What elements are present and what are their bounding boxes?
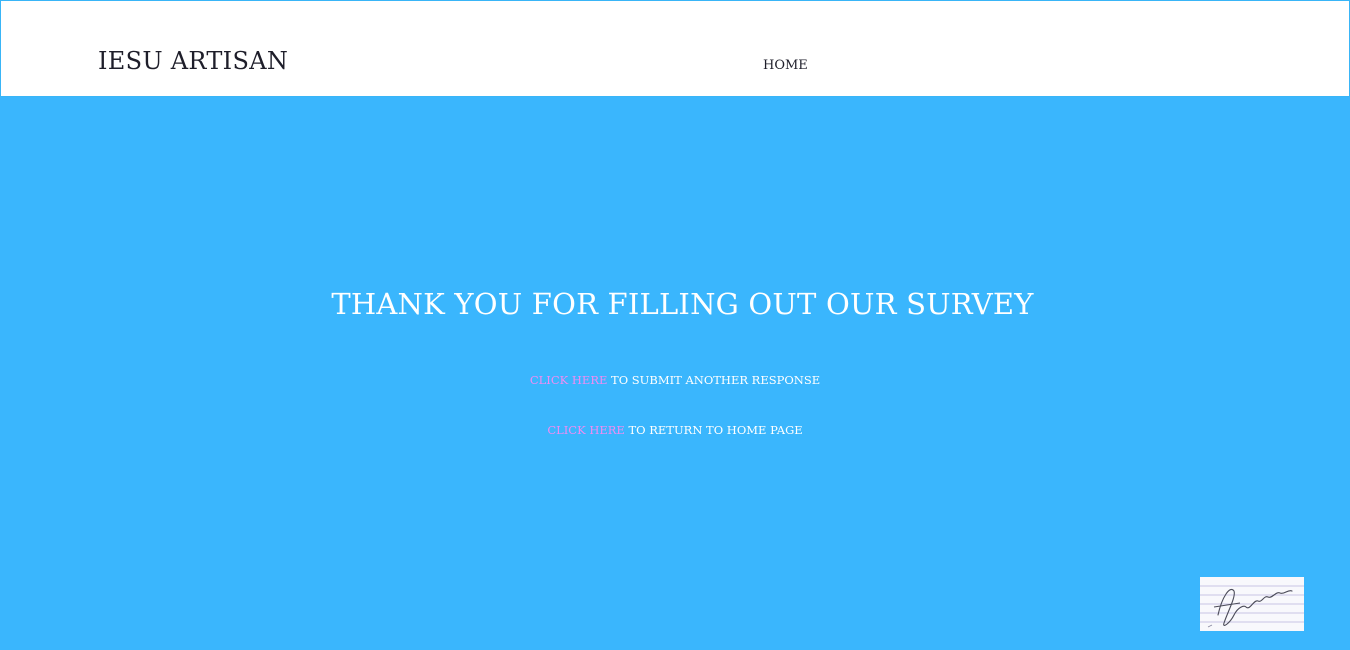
submit-another-link[interactable]: CLICK HERE — [530, 373, 608, 387]
return-home-line: CLICK HERE TO RETURN TO HOME PAGE — [0, 423, 1350, 437]
return-home-link[interactable]: CLICK HERE — [547, 423, 625, 437]
site-header: IESU ARTISAN HOME — [0, 0, 1350, 97]
submit-another-line: CLICK HERE TO SUBMIT ANOTHER RESPONSE — [0, 373, 1350, 387]
submit-another-text: TO SUBMIT ANOTHER RESPONSE — [607, 373, 821, 387]
nav-home-link[interactable]: HOME — [763, 58, 808, 73]
signature-badge — [1200, 577, 1304, 631]
thank-you-section: THANK YOU FOR FILLING OUT OUR SURVEY CLI… — [0, 97, 1350, 650]
signature-image — [1200, 577, 1304, 631]
site-brand[interactable]: IESU ARTISAN — [98, 47, 288, 75]
return-home-text: TO RETURN TO HOME PAGE — [624, 423, 803, 437]
page-title: THANK YOU FOR FILLING OUT OUR SURVEY — [331, 287, 1034, 321]
